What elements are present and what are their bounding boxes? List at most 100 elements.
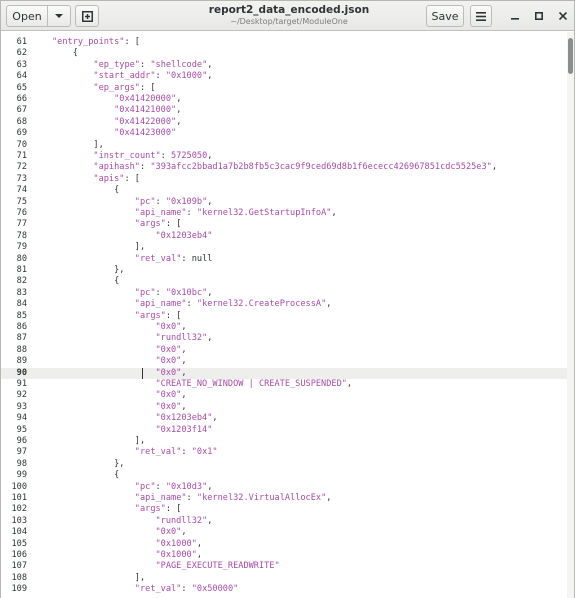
line-number: 101 xyxy=(11,493,27,503)
code-line[interactable]: 97 "ret_val": "0x1" xyxy=(1,447,567,458)
line-text: "0x0", xyxy=(155,390,187,401)
code-line[interactable]: 107 "PAGE_EXECUTE_READWRITE" xyxy=(1,561,567,572)
line-text: ], xyxy=(52,242,146,253)
code-line[interactable]: 86 "0x0", xyxy=(1,322,567,333)
line-text: "api_name": "kernel32.VirtualAllocEx", xyxy=(134,493,332,503)
scrollbar-thumb[interactable] xyxy=(568,38,573,74)
line-number: 98 xyxy=(16,458,27,469)
vertical-scrollbar[interactable] xyxy=(567,32,574,598)
code-line[interactable]: 109 "ret_val": "0x50000" xyxy=(1,584,567,595)
line-number: 72 xyxy=(16,162,27,173)
code-line[interactable]: 91 "CREATE_NO_WINDOW | CREATE_SUSPENDED"… xyxy=(1,379,567,390)
maximize-button[interactable] xyxy=(531,8,547,24)
code-line[interactable]: 80 "ret_val": null xyxy=(1,254,567,265)
line-text: ], xyxy=(52,139,104,150)
code-line[interactable]: 102 "args": [ xyxy=(1,504,567,515)
line-text: "apis": [ xyxy=(93,173,140,184)
line-text: { xyxy=(52,470,120,481)
line-number: 106 xyxy=(11,550,27,560)
code-line[interactable]: 99 { xyxy=(1,470,567,481)
code-line[interactable]: 104 "0x0", xyxy=(1,527,567,538)
main-menu-button[interactable] xyxy=(470,5,492,27)
code-line[interactable]: 66 "0x41420000", xyxy=(1,94,567,105)
code-line[interactable]: 63 "ep_type": "shellcode", xyxy=(1,60,567,71)
line-text: "0x41420000", xyxy=(114,94,182,104)
line-number: 65 xyxy=(16,82,27,93)
code-line[interactable]: 85 "args": [ xyxy=(1,311,567,322)
code-line[interactable]: 77 "args": [ xyxy=(1,219,567,230)
code-line[interactable]: 73 "apis": [ xyxy=(1,174,567,185)
code-line[interactable]: 93 "0x0", xyxy=(1,402,567,413)
code-line[interactable]: 61 "entry_points": [ xyxy=(1,37,567,48)
code-line[interactable]: 83 "pc": "0x10bc", xyxy=(1,288,567,299)
close-button[interactable] xyxy=(555,8,571,24)
line-number: 75 xyxy=(16,196,27,207)
new-tab-button[interactable] xyxy=(75,5,99,27)
text-editor-area[interactable]: 61 "entry_points": [62 {63 "ep_type": "sh… xyxy=(1,32,574,598)
line-number: 81 xyxy=(16,265,27,275)
code-line[interactable]: 95 "0x1203f14" xyxy=(1,425,567,436)
line-number: 77 xyxy=(16,219,27,230)
maximize-icon xyxy=(535,12,543,20)
code-line[interactable]: 94 "0x1203eb4", xyxy=(1,413,567,424)
code-line[interactable]: 74 { xyxy=(1,185,567,196)
code-line[interactable]: 101 "api_name": "kernel32.VirtualAllocEx… xyxy=(1,493,567,504)
line-text: "api_name": "kernel32.GetStartupInfoA", xyxy=(134,208,337,218)
code-line[interactable]: 64 "start_addr": "0x1000", xyxy=(1,71,567,82)
code-line[interactable]: 67 "0x41421000", xyxy=(1,105,567,116)
code-line[interactable]: 87 "rundll32", xyxy=(1,333,567,344)
line-number: 89 xyxy=(16,356,27,367)
open-button[interactable]: Open xyxy=(6,5,48,27)
code-line[interactable]: 103 "rundll32", xyxy=(1,516,567,527)
line-number: 103 xyxy=(11,515,27,526)
line-text: "CREATE_NO_WINDOW | CREATE_SUSPENDED", xyxy=(155,379,353,389)
code-line[interactable]: 68 "0x41422000", xyxy=(1,117,567,128)
line-number: 84 xyxy=(16,299,27,310)
code-line[interactable]: 88 "0x0", xyxy=(1,345,567,356)
line-text: "0x1000", xyxy=(155,550,203,560)
code-line[interactable]: 90 "0x0", xyxy=(1,367,567,379)
line-text: "args": [ xyxy=(134,219,182,230)
new-tab-icon xyxy=(81,10,93,22)
code-line[interactable]: 71 "instr_count": 5725050, xyxy=(1,151,567,162)
line-text: "0x1203eb4", xyxy=(155,413,218,424)
window-subtitle-path: ~/Desktop/target/ModuleOne xyxy=(230,17,348,26)
line-text: "0x0", xyxy=(155,356,187,367)
line-number: 104 xyxy=(11,527,27,538)
code-line[interactable]: 82 { xyxy=(1,276,567,287)
code-line[interactable]: 106 "0x1000", xyxy=(1,550,567,561)
line-number: 108 xyxy=(11,572,27,583)
code-line[interactable]: 100 "pc": "0x10d3", xyxy=(1,482,567,493)
code-line[interactable]: 98 }, xyxy=(1,459,567,470)
open-menu-button[interactable] xyxy=(47,5,71,27)
code-line[interactable]: 108 ], xyxy=(1,573,567,584)
code-line[interactable]: 105 "0x1000", xyxy=(1,539,567,550)
code-line[interactable]: 81 }, xyxy=(1,265,567,276)
code-line[interactable]: 69 "0x41423000" xyxy=(1,128,567,139)
line-number: 64 xyxy=(16,71,27,82)
hamburger-menu-icon xyxy=(476,11,486,21)
minimize-button[interactable] xyxy=(507,8,523,24)
code-line[interactable]: 65 "ep_args": [ xyxy=(1,83,567,94)
code-line[interactable]: 89 "0x0", xyxy=(1,356,567,367)
line-number: 100 xyxy=(11,481,27,492)
line-number: 99 xyxy=(16,470,27,481)
line-number: 97 xyxy=(16,447,27,458)
line-text: "0x0", xyxy=(155,322,187,332)
line-text: "0x1000", xyxy=(155,538,203,549)
code-line[interactable]: 76 "api_name": "kernel32.GetStartupInfoA… xyxy=(1,208,567,219)
code-line[interactable]: 75 "pc": "0x109b", xyxy=(1,197,567,208)
code-line[interactable]: 62 { xyxy=(1,48,567,59)
line-number: 80 xyxy=(16,253,27,264)
code-line[interactable]: 96 ], xyxy=(1,436,567,447)
code-line[interactable]: 70 ], xyxy=(1,140,567,151)
code-line[interactable]: 84 "api_name": "kernel32.CreateProcessA"… xyxy=(1,299,567,310)
code-line[interactable]: 79 ], xyxy=(1,242,567,253)
save-button[interactable]: Save xyxy=(426,5,464,27)
line-number: 93 xyxy=(16,401,27,412)
line-text: "api_name": "kernel32.CreateProcessA", xyxy=(134,299,332,310)
code-line[interactable]: 72 "apihash": "393afcc2bbad1a7b2b8fb5c3c… xyxy=(1,162,567,173)
code-line[interactable]: 92 "0x0", xyxy=(1,390,567,401)
code-line[interactable]: 78 "0x1203eb4" xyxy=(1,231,567,242)
line-text: "0x0", xyxy=(155,401,187,412)
